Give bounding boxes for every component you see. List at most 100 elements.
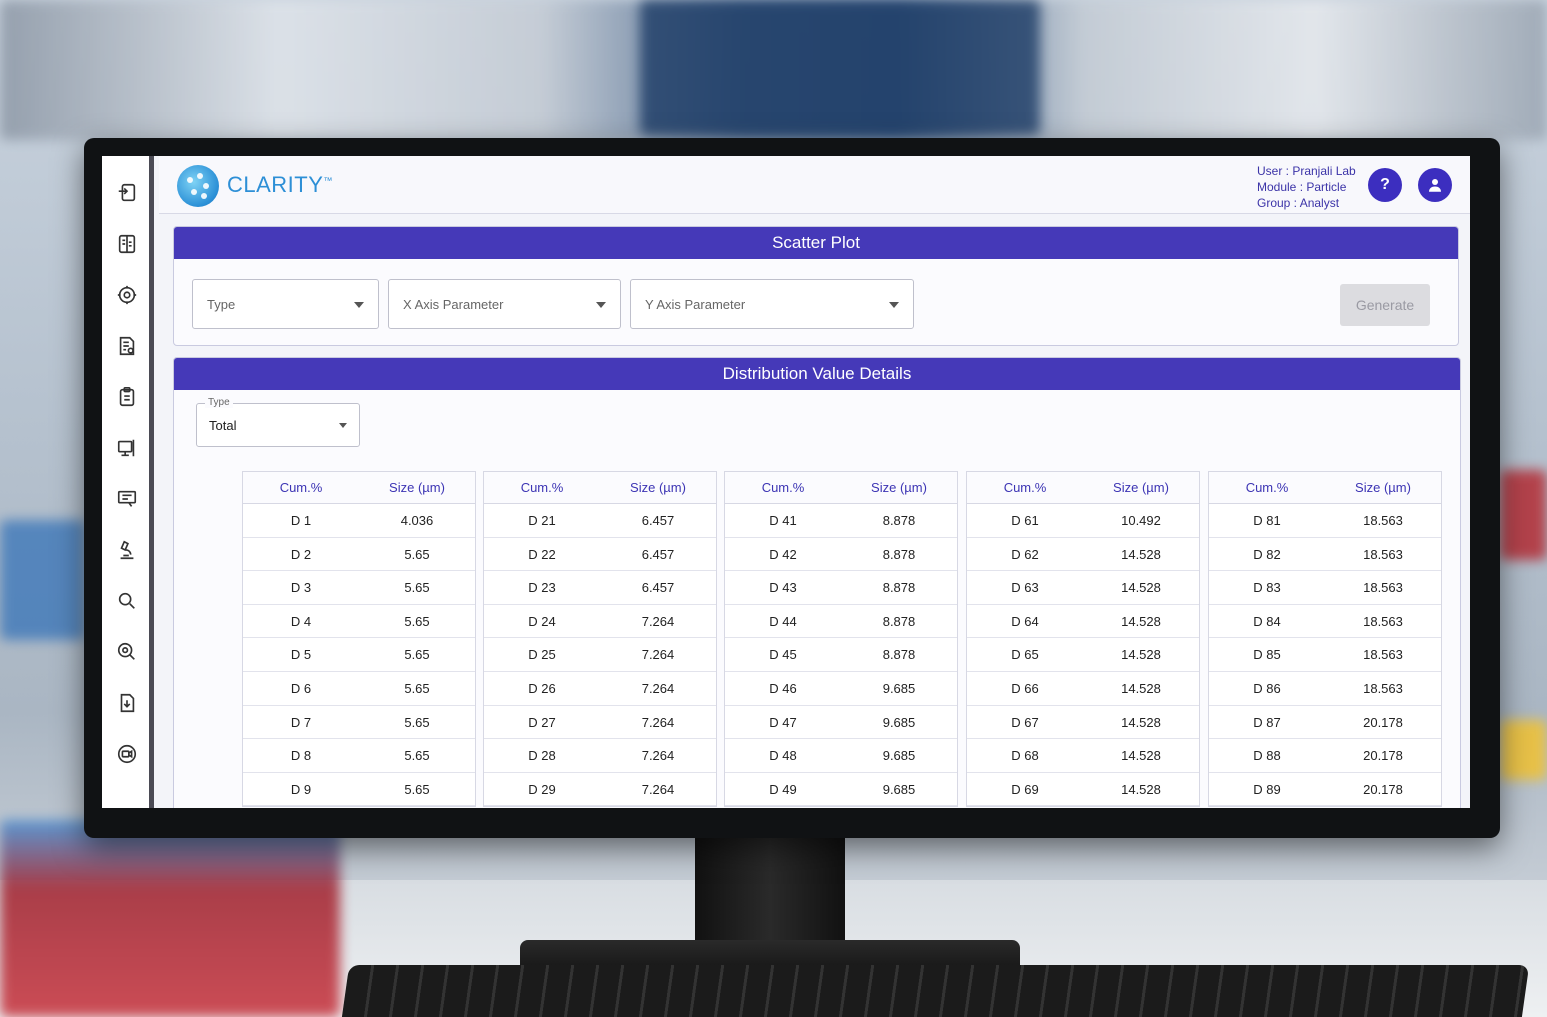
cum-cell: D 65 (1011, 647, 1039, 663)
search-settings-icon[interactable] (116, 641, 138, 663)
distribution-table: Cum.% Size (µm) D 21 6.457 D 22 6.457 D 23 6.45… (483, 471, 717, 808)
download-icon[interactable] (116, 692, 138, 714)
report-icon[interactable] (116, 233, 138, 255)
column-header-cum[interactable]: Cum.% (243, 472, 359, 503)
table-header: Cum.% Size (µm) (243, 472, 475, 504)
distribution-type-value: Total (209, 418, 237, 433)
table-row: D 69 14.528 (967, 773, 1199, 807)
column-header-cum[interactable]: Cum.% (1209, 472, 1325, 503)
cum-cell: D 88 (1253, 748, 1281, 764)
size-cell: 5.65 (404, 647, 430, 663)
table-row: D 1 4.036 (243, 504, 475, 538)
cum-cell: D 29 (528, 781, 556, 797)
table-row: D 25 7.264 (484, 638, 716, 672)
brand-name: CLARITY™ (227, 172, 333, 197)
microscope-icon[interactable] (116, 539, 138, 561)
distribution-type-select[interactable]: Type Total (196, 397, 360, 447)
size-cell: 14.528 (1121, 680, 1161, 696)
document-search-icon[interactable] (116, 335, 138, 357)
distribution-panel: Distribution Value Details Type Total Cu… (173, 357, 1461, 808)
table-row: D 41 8.878 (725, 504, 957, 538)
size-cell: 6.457 (641, 580, 675, 596)
column-header-size[interactable]: Size (µm) (359, 472, 475, 503)
cum-cell: D 2 (290, 546, 312, 562)
size-cell: 14.528 (1121, 580, 1161, 596)
column-header-size[interactable]: Size (µm) (841, 472, 957, 503)
user-info: User : Pranjali Lab Module : Particle Gr… (1257, 163, 1356, 211)
cum-cell: D 28 (528, 748, 556, 764)
video-icon[interactable] (116, 743, 138, 765)
size-cell: 7.264 (641, 714, 675, 730)
cum-cell: D 8 (290, 748, 312, 764)
comment-icon[interactable] (116, 488, 138, 510)
cum-cell: D 3 (290, 580, 312, 596)
table-row: D 5 5.65 (243, 638, 475, 672)
size-cell: 5.65 (404, 714, 430, 730)
app-header: CLARITY™ User : Pranjali Lab Module : Pa… (159, 156, 1470, 214)
cum-cell: D 1 (290, 513, 312, 528)
table-row: D 66 14.528 (967, 672, 1199, 706)
size-cell: 6.457 (641, 546, 675, 562)
table-row: D 26 7.264 (484, 672, 716, 706)
help-button[interactable]: ? (1368, 168, 1402, 202)
size-cell: 4.036 (400, 513, 434, 528)
sidebar-rail (102, 156, 154, 808)
x-axis-parameter-select[interactable]: X Axis Parameter (388, 279, 621, 329)
table-row: D 62 14.528 (967, 538, 1199, 572)
cum-cell: D 67 (1011, 714, 1039, 730)
size-cell: 5.65 (404, 546, 430, 562)
cum-cell: D 26 (528, 680, 556, 696)
search-icon[interactable] (116, 590, 138, 612)
import-icon[interactable] (116, 182, 138, 204)
table-row: D 65 14.528 (967, 638, 1199, 672)
column-header-size[interactable]: Size (µm) (1325, 472, 1441, 503)
y-axis-parameter-select[interactable]: Y Axis Parameter (630, 279, 914, 329)
table-row: D 46 9.685 (725, 672, 957, 706)
help-icon: ? (1380, 176, 1390, 193)
table-row: D 89 20.178 (1209, 773, 1441, 807)
size-cell: 9.685 (882, 680, 916, 696)
size-cell: 14.528 (1121, 546, 1161, 562)
size-cell: 14.528 (1121, 647, 1161, 663)
cum-cell: D 9 (290, 781, 312, 797)
table-row: D 28 7.264 (484, 739, 716, 773)
cum-cell: D 68 (1011, 748, 1039, 764)
generate-button[interactable]: Generate (1340, 284, 1430, 326)
column-header-cum[interactable]: Cum.% (725, 472, 841, 503)
table-row: D 8 5.65 (243, 739, 475, 773)
table-row: D 42 8.878 (725, 538, 957, 572)
size-cell: 20.178 (1363, 781, 1403, 797)
cum-cell: D 81 (1253, 513, 1281, 528)
cum-cell: D 63 (1011, 580, 1039, 596)
distribution-table: Cum.% Size (µm) D 41 8.878 D 42 8.878 D 43 8.87… (724, 471, 958, 808)
app-screen: CLARITY™ User : Pranjali Lab Module : Pa… (102, 156, 1470, 808)
size-cell: 18.563 (1363, 647, 1403, 663)
size-cell: 7.264 (641, 781, 675, 797)
type-select[interactable]: Type (192, 279, 379, 329)
scatter-plot-title: Scatter Plot (174, 227, 1458, 259)
distribution-title: Distribution Value Details (174, 358, 1460, 390)
table-row: D 45 8.878 (725, 638, 957, 672)
cum-cell: D 86 (1253, 680, 1281, 696)
column-header-cum[interactable]: Cum.% (967, 472, 1083, 503)
cum-cell: D 25 (528, 647, 556, 663)
table-row: D 9 5.65 (243, 773, 475, 807)
profile-button[interactable] (1418, 168, 1452, 202)
cum-cell: D 62 (1011, 546, 1039, 562)
module-line: Module : Particle (1257, 180, 1347, 194)
cum-cell: D 87 (1253, 714, 1281, 730)
background-test-tubes (0, 820, 340, 1017)
table-row: D 49 9.685 (725, 773, 957, 807)
cum-cell: D 47 (769, 714, 797, 730)
clipboard-icon[interactable] (116, 386, 138, 408)
table-row: D 84 18.563 (1209, 605, 1441, 639)
settings-icon[interactable] (116, 284, 138, 306)
column-header-size[interactable]: Size (µm) (600, 472, 716, 503)
table-row: D 2 5.65 (243, 538, 475, 572)
monitor-icon[interactable] (116, 437, 138, 459)
column-header-cum[interactable]: Cum.% (484, 472, 600, 503)
size-cell: 6.457 (641, 513, 675, 528)
cum-cell: D 48 (769, 748, 797, 764)
size-cell: 7.264 (641, 748, 675, 764)
column-header-size[interactable]: Size (µm) (1083, 472, 1199, 503)
